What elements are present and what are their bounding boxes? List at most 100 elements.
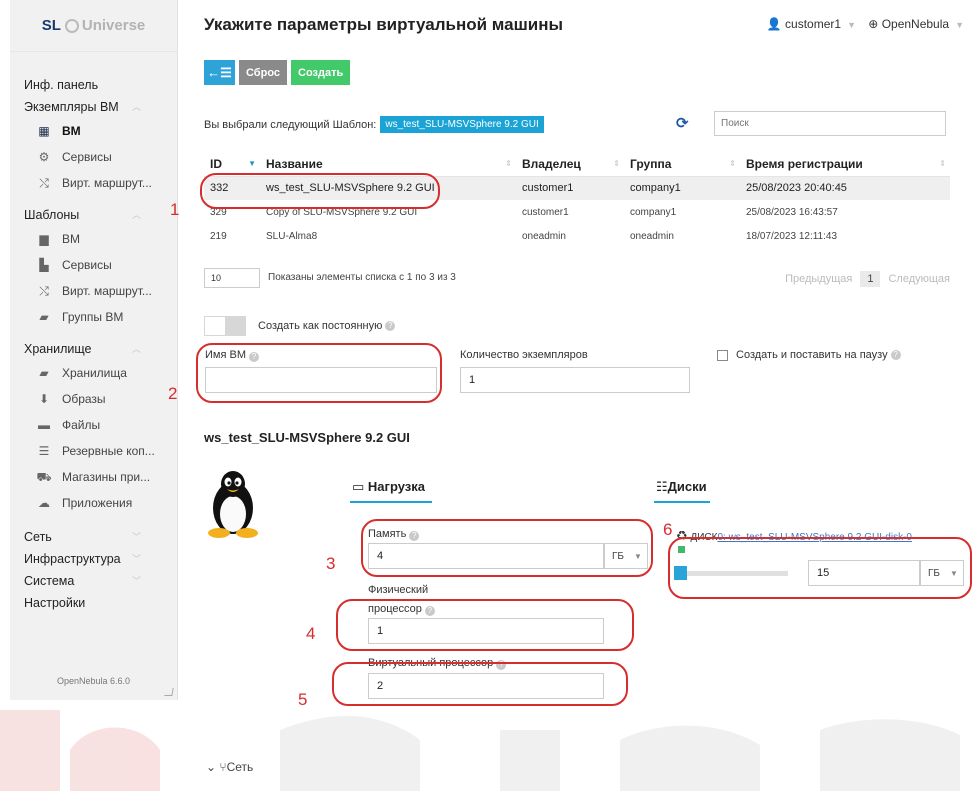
user-icon: 👤 [766,17,782,31]
sidebar-item-label: Хранилища [62,366,127,380]
nav-instances[interactable]: Экземпляры ВМ ︿ [10,96,177,118]
col-regtime-label: Время регистрации [746,156,863,171]
sidebar-item-label: Сервисы [62,258,112,272]
nav-storage[interactable]: Хранилище ︿ [10,338,177,360]
selected-template-label: Вы выбрали следующий Шаблон: [204,118,377,131]
hold-checkbox[interactable] [717,349,728,361]
chevron-down-icon: ﹀ [131,576,141,586]
sidebar-item-marketplaces[interactable]: ⛟ Магазины при... [10,464,177,490]
cell-owner: customer1 [516,176,624,200]
current-page-button[interactable]: 1 [860,271,881,287]
prev-page-button[interactable]: Предыдущая [785,273,852,285]
sidebar-item-label: Файлы [62,418,101,432]
annotation-highlight-4 [336,599,634,651]
annotation-number-1: 1 [170,200,180,219]
col-name-label: Название [266,156,323,171]
sidebar-item-backups[interactable]: ☰ Резервные коп... [10,438,177,464]
tab-capacity-label: Нагрузка [367,479,425,494]
page-size-select[interactable]: 10 [204,268,260,288]
nav-storage-label: Хранилище [24,342,92,356]
resize-handle-icon[interactable] [164,688,174,696]
toolbar: ←☰ Сброс Создать [204,60,351,85]
annotation-highlight-3 [361,519,653,577]
logo[interactable]: SL Universe [10,0,177,52]
help-icon[interactable]: ? [890,350,901,360]
folder-open-icon: ▰ [39,366,49,380]
sidebar-item-vm-groups[interactable]: ▰ Группы ВМ [10,304,177,330]
create-button[interactable]: Создать [291,60,351,85]
cell-regtime: 25/08/2023 16:43:57 [746,206,838,218]
col-group-label: Группа [630,156,672,171]
tab-disks[interactable]: ☷Диски [656,479,707,501]
sidebar-nav: Инф. панель Экземпляры ВМ ︿ ▦ ВМ ⚙ Сервисы … [10,52,177,614]
sidebar-item-label: Магазины при... [62,470,151,484]
sidebar-item-label: Приложения [62,496,133,510]
file-icon: ▆ [39,232,49,246]
network-icon: ⑂ [219,760,227,774]
nav-network-label: Сеть [24,530,52,544]
nav-system[interactable]: Система ﹀ [10,570,177,592]
shuffle-icon: ⤭ [39,284,49,298]
pager-info: Показаны элементы списка с 1 по 3 из 3 [268,272,456,283]
sidebar-item-label: Образы [62,392,106,406]
sidebar-item-images[interactable]: ⬇ Образы [10,386,177,412]
user-name: customer1 [785,17,842,31]
sidebar-item-apps[interactable]: ☁ Приложения [10,490,177,516]
network-section-label: Сеть [226,760,254,774]
archive-icon: ▬ [38,418,50,432]
chevron-up-icon: ︿ [131,344,141,354]
pager-nav: Предыдущая 1 Следующая [785,271,950,287]
col-regtime[interactable]: Время регистрации ⇕ [740,152,950,177]
hold-checkbox-row[interactable]: Создать и поставить на паузу? [717,349,901,361]
template-name-heading: ws_test_SLU-MSVSphere 9.2 GUI [204,430,410,445]
tab-capacity[interactable]: ▭ Нагрузка [352,479,425,501]
nav-dashboard[interactable]: Инф. панель [10,74,177,96]
nav-infrastructure[interactable]: Инфраструктура ﹀ [10,548,177,570]
col-owner[interactable]: Владелец ⇕ [516,152,624,177]
sidebar-item-label: ВМ [62,232,80,246]
refresh-icon[interactable]: ⟳ [676,114,689,132]
tab-capacity-underline [350,501,432,503]
version-label: OpenNebula 6.6.0 [56,676,131,686]
sidebar-item-tpl-services[interactable]: ▙ Сервисы [10,252,177,278]
tab-disks-label: Диски [667,479,707,494]
instances-input[interactable]: 1 [460,367,690,393]
sidebar-item-services[interactable]: ⚙ Сервисы [10,144,177,170]
sidebar-item-vrouters[interactable]: ⤭ Вирт. маршрут... [10,170,177,196]
reset-button[interactable]: Сброс [239,60,288,85]
cell-regtime: 25/08/2023 20:40:45 [740,176,950,200]
col-id-label: ID [210,156,222,171]
sidebar-item-label: Вирт. маршрут... [62,284,152,298]
next-page-button[interactable]: Следующая [888,273,950,285]
user-menu[interactable]: 👤 customer1 ▼ [767,17,856,31]
network-section-toggle[interactable]: ⌄ ⑂Сеть [206,760,253,774]
nav-instances-label: Экземпляры ВМ [24,100,119,114]
sidebar-item-label: Вирт. маршрут... [62,176,152,190]
table-row[interactable]: 219 SLU-Alma8 oneadmin oneadmin 18/07/20… [204,224,950,248]
search-input[interactable] [714,111,946,136]
annotation-highlight-1 [200,173,440,209]
cloud-menu[interactable]: ⊕ OpenNebula ▼ [868,17,964,31]
cloud-name: OpenNebula [881,17,950,31]
download-icon: ⬇ [38,392,50,406]
nav-network[interactable]: Сеть ﹀ [10,526,177,548]
sidebar-item-datastores[interactable]: ▰ Хранилища [10,360,177,386]
nav-settings[interactable]: Настройки [10,592,177,614]
files-icon: ▙ [39,258,49,272]
sidebar-item-vm[interactable]: ▦ ВМ [10,118,177,144]
help-icon[interactable]: ? [385,321,396,331]
grid-icon: ▦ [38,124,50,138]
database-icon: ☰ [38,444,50,458]
services-icon: ⚙ [38,150,50,164]
sidebar-item-files[interactable]: ▬ Файлы [10,412,177,438]
back-button[interactable]: ←☰ [204,60,235,85]
nav-templates[interactable]: Шаблоны ︿ [10,204,177,226]
sidebar-item-tpl-vrouters[interactable]: ⤭ Вирт. маршрут... [10,278,177,304]
sidebar-item-label: Группы ВМ [62,310,124,324]
sidebar-item-tpl-vm[interactable]: ▆ ВМ [10,226,177,252]
persistent-toggle[interactable] [204,316,246,336]
col-group[interactable]: Группа ⇕ [624,152,740,177]
sort-icon: ⇕ [729,159,736,168]
annotation-number-3: 3 [326,554,336,573]
nav-infra-label: Инфраструктура [24,552,121,566]
